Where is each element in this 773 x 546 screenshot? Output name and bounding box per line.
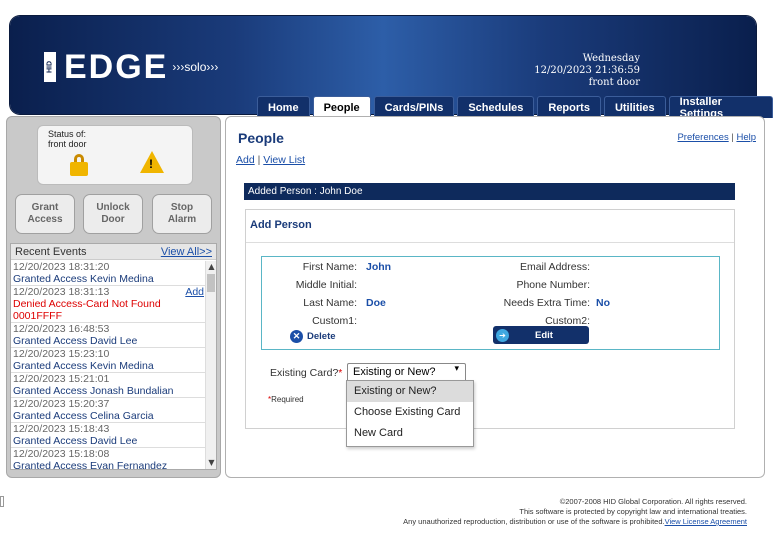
tab-cards-pins[interactable]: Cards/PINs — [373, 96, 455, 118]
event-item: 12/20/2023 16:48:53 Granted Access David… — [11, 323, 206, 348]
warning-icon: ! — [140, 151, 164, 173]
view-all-link[interactable]: View All>> — [161, 246, 212, 258]
tab-utilities[interactable]: Utilities — [603, 96, 666, 118]
email-label: Email Address: — [519, 261, 590, 273]
last-name-label: Last Name: — [303, 297, 357, 309]
delete-button[interactable]: ✕ Delete — [290, 330, 336, 343]
middle-initial-label: Middle Initial: — [295, 279, 357, 291]
tab-home[interactable]: Home — [257, 96, 310, 118]
arrow-right-icon: ➔ — [496, 328, 509, 342]
added-person-message: Added Person : John Doe — [244, 183, 735, 200]
existing-card-dropdown: Existing or New? Choose Existing Card Ne… — [346, 380, 474, 447]
option-choose-existing-card[interactable]: Choose Existing Card — [347, 402, 473, 423]
first-name-label: First Name: — [302, 261, 357, 273]
event-item: 12/20/2023 15:18:43 Granted Access David… — [11, 423, 206, 448]
recent-events-panel: Recent Events View All>> 12/20/2023 18:3… — [10, 243, 217, 470]
tab-reports[interactable]: Reports — [537, 96, 601, 118]
recent-events-header: Recent Events View All>> — [11, 244, 216, 260]
footer: ©2007-2008 HID Global Corporation. All r… — [403, 497, 747, 526]
license-link[interactable]: View License Agreement — [665, 517, 747, 526]
required-note: *Required — [268, 395, 304, 404]
help-link[interactable]: Help — [736, 132, 756, 143]
existing-card-label: Existing Card?* — [270, 367, 343, 379]
current-datetime: 12/20/2023 21:36:59 — [534, 65, 640, 76]
event-item: 12/20/2023 18:31:20 Granted Access Kevin… — [11, 261, 206, 286]
edge-marker — [0, 496, 4, 507]
add-person-card: Add Person First Name: John Middle Initi… — [245, 209, 735, 429]
event-item: 12/20/2023 15:23:10 Granted Access Kevin… — [11, 348, 206, 373]
option-new-card[interactable]: New Card — [347, 423, 473, 444]
edge-logo-text: EDGE — [64, 48, 169, 86]
event-item: 12/20/2023 15:21:01 Granted Access Jonas… — [11, 373, 206, 398]
add-link[interactable]: Add — [236, 154, 255, 166]
tab-schedules[interactable]: Schedules — [457, 96, 535, 118]
page-title: People — [238, 130, 284, 146]
preferences-link[interactable]: Preferences — [677, 132, 728, 143]
left-panel: Status of: front door ! Grant Access Unlo… — [6, 116, 221, 478]
add-person-title: Add Person — [250, 219, 312, 231]
top-right-links: Preferences | Help — [677, 132, 756, 143]
event-item: 12/20/2023 18:31:13 Add Denied Access-Car… — [11, 286, 206, 323]
date-time-display: Wednesday 12/20/2023 21:36:59 front door — [534, 53, 640, 89]
edit-button[interactable]: ➔ Edit — [493, 326, 589, 344]
event-item: 12/20/2023 15:20:37 Granted Access Celin… — [11, 398, 206, 423]
page: HID EDGE ›››solo››› Wednesday 12/20/2023… — [0, 0, 773, 546]
main-tabs: Home People Cards/PINs Schedules Reports… — [257, 96, 773, 120]
scroll-thumb[interactable] — [207, 274, 215, 292]
weekday: Wednesday — [582, 53, 640, 64]
hid-edge-solo-logo: HID EDGE ›››solo››› — [44, 48, 219, 86]
door-status-box: Status of: front door ! — [37, 125, 193, 185]
unlock-door-button[interactable]: Unlock Door — [83, 194, 143, 234]
divider — [246, 242, 734, 243]
extra-time-label: Needs Extra Time: — [503, 297, 590, 309]
grant-access-button[interactable]: Grant Access — [15, 194, 75, 234]
custom1-label: Custom1: — [312, 315, 357, 327]
tab-installer-settings[interactable]: Installer Settings — [668, 96, 773, 120]
view-list-link[interactable]: View List — [263, 154, 305, 166]
stop-alarm-button[interactable]: Stop Alarm — [152, 194, 212, 234]
status-label: Status of: front door — [48, 129, 87, 149]
main-content: People Add | View List Preferences | Hel… — [225, 116, 765, 478]
events-scrollbar[interactable]: ▲ ▼ — [205, 261, 216, 469]
add-card-link[interactable]: Add — [185, 286, 204, 298]
lock-icon — [70, 154, 88, 176]
door-name: front door — [588, 77, 640, 88]
option-existing-or-new[interactable]: Existing or New? — [347, 381, 473, 402]
extra-time-value: No — [596, 297, 610, 309]
tab-people[interactable]: People — [312, 96, 371, 118]
event-item: 12/20/2023 15:18:08 Granted Access Evan … — [11, 448, 206, 469]
delete-x-icon: ✕ — [290, 330, 303, 343]
chevron-down-icon: ▾ — [454, 364, 459, 374]
last-name-value: Doe — [366, 297, 386, 309]
person-info-box: First Name: John Middle Initial: Last Na… — [261, 256, 720, 350]
solo-logo-text: ›››solo››› — [172, 60, 219, 74]
hid-logo-mark: HID — [44, 52, 56, 82]
recent-events-list: 12/20/2023 18:31:20 Granted Access Kevin… — [11, 261, 206, 469]
phone-label: Phone Number: — [516, 279, 590, 291]
scroll-up-icon[interactable]: ▲ — [206, 261, 217, 273]
scroll-down-icon[interactable]: ▼ — [206, 457, 217, 469]
people-links: Add | View List — [236, 154, 306, 166]
recent-events-title: Recent Events — [15, 245, 87, 258]
first-name-value: John — [366, 261, 392, 273]
